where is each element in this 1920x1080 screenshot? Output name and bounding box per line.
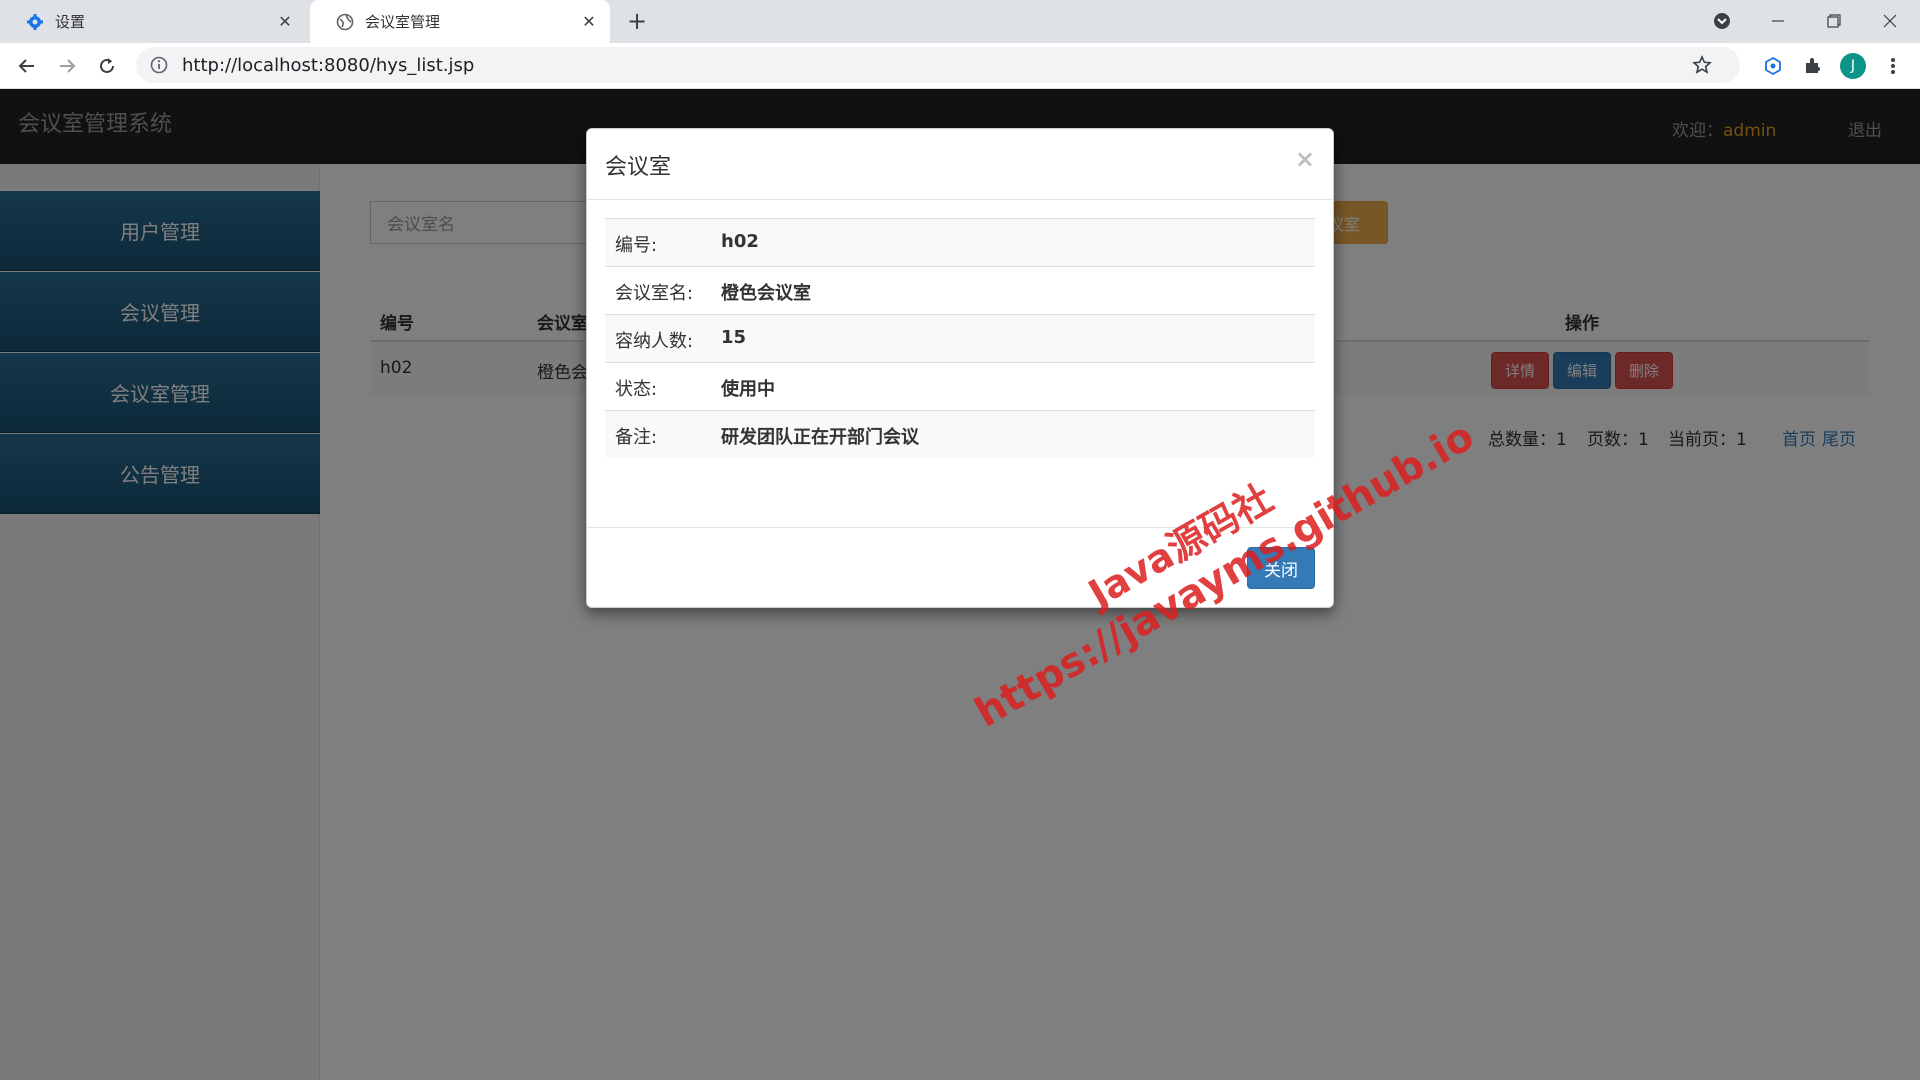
detail-label: 状态:: [615, 379, 658, 400]
tab-title: 设置: [55, 13, 86, 31]
modal-title: 会议室: [605, 155, 672, 180]
tab-search-icon[interactable]: [1706, 6, 1738, 36]
menu-dots-icon[interactable]: [1882, 55, 1904, 77]
detail-value: h02: [721, 231, 759, 252]
detail-label: 会议室名:: [615, 283, 694, 304]
close-icon[interactable]: ×: [1295, 145, 1315, 173]
detail-row-name: 会议室名: 橙色会议室: [605, 266, 1315, 314]
address-bar[interactable]: http://localhost:8080/hys_list.jsp: [136, 47, 1740, 83]
extension-icon[interactable]: [1762, 55, 1784, 77]
puzzle-icon[interactable]: [1802, 55, 1824, 77]
forward-icon[interactable]: [52, 51, 82, 81]
tab-title: 会议室管理: [365, 13, 441, 31]
detail-table: 编号: h02 会议室名: 橙色会议室 容纳人数: 15 状态: 使用中 备注:…: [605, 218, 1315, 458]
url-text: http://localhost:8080/hys_list.jsp: [182, 54, 475, 76]
browser-toolbar: http://localhost:8080/hys_list.jsp: [0, 43, 1920, 89]
gear-icon: [26, 13, 44, 31]
detail-value: 橙色会议室: [721, 283, 811, 304]
new-tab-icon[interactable]: +: [624, 7, 650, 35]
restore-icon[interactable]: [1818, 6, 1850, 36]
browser-tab-strip: 设置 ✕ 会议室管理 ✕ +: [0, 0, 1920, 43]
close-tab-icon[interactable]: ✕: [580, 12, 598, 31]
minimize-icon[interactable]: [1762, 6, 1794, 36]
tab-meeting-room-management[interactable]: 会议室管理 ✕: [310, 0, 610, 43]
detail-row-capacity: 容纳人数: 15: [605, 314, 1315, 362]
close-tab-icon[interactable]: ✕: [276, 12, 294, 31]
tab-settings[interactable]: 设置 ✕: [0, 0, 306, 43]
detail-label: 备注:: [615, 427, 658, 448]
back-icon[interactable]: [12, 51, 42, 81]
close-window-icon[interactable]: [1874, 6, 1906, 36]
page-viewport: 会议室管理系统 欢迎：admin 退出 用户管理 会议管理 会议室管理 公告管理…: [0, 89, 1920, 1080]
detail-value: 15: [721, 327, 747, 348]
detail-row-remark: 备注: 研发团队正在开部门会议: [605, 410, 1315, 458]
detail-value: 使用中: [721, 379, 775, 400]
detail-row-id: 编号: h02: [605, 218, 1315, 266]
modal-header: 会议室 ×: [587, 129, 1333, 200]
detail-label: 编号:: [615, 235, 658, 256]
bookmark-star-icon[interactable]: [1692, 55, 1712, 75]
detail-label: 容纳人数:: [615, 331, 694, 352]
info-icon[interactable]: [150, 56, 168, 74]
globe-icon: [336, 13, 354, 31]
profile-avatar[interactable]: J: [1840, 53, 1866, 79]
reload-icon[interactable]: [92, 51, 122, 81]
detail-value: 研发团队正在开部门会议: [721, 427, 919, 448]
detail-row-status: 状态: 使用中: [605, 362, 1315, 410]
